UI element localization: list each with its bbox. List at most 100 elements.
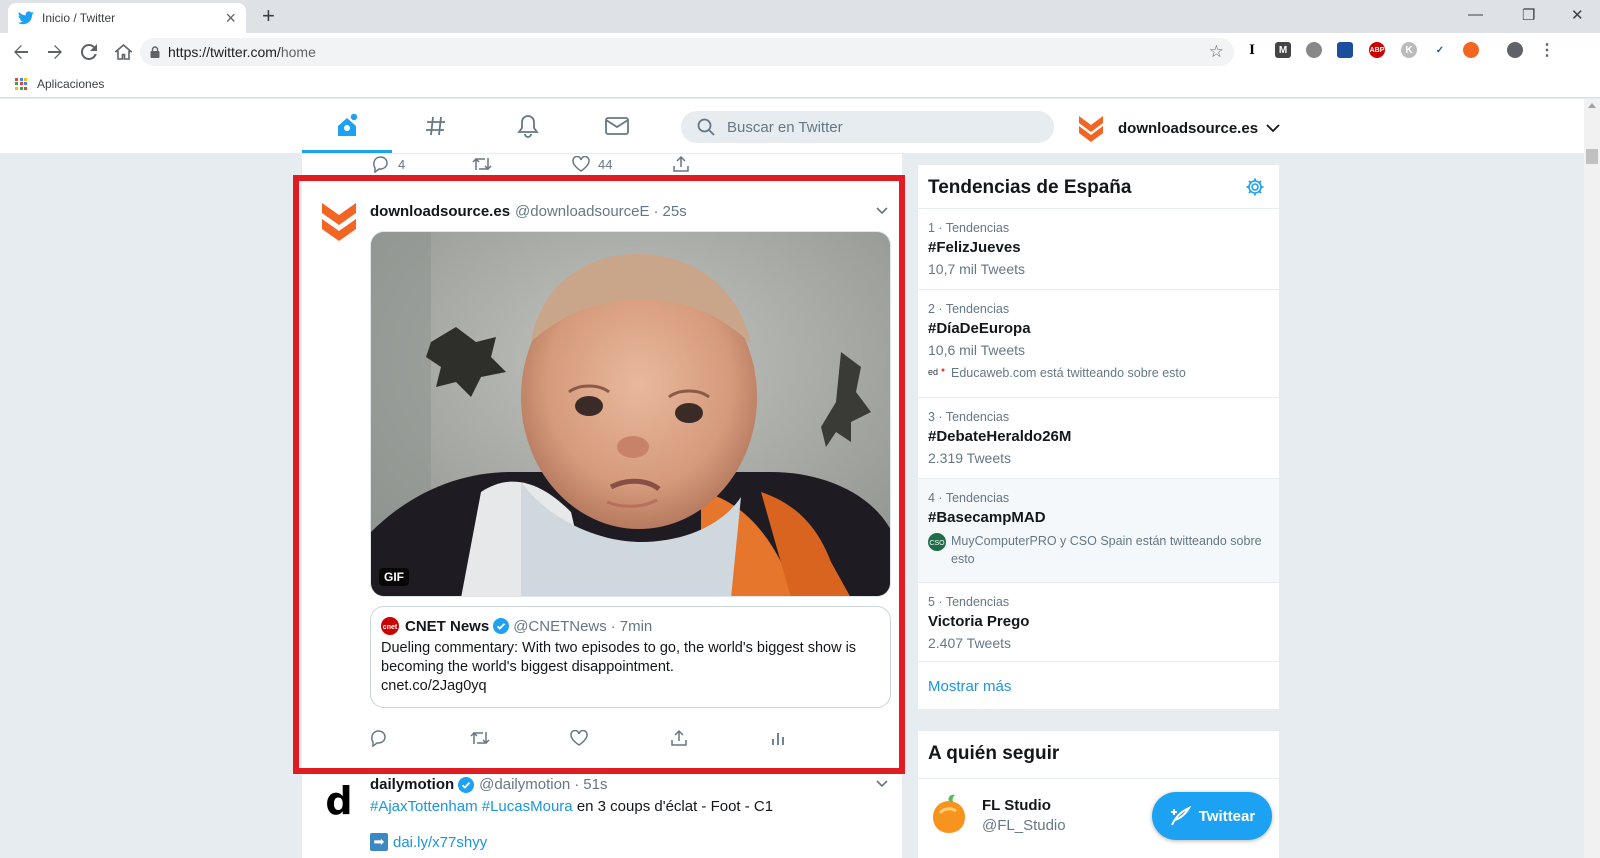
dailymotion-avatar[interactable]: d (316, 778, 362, 824)
tweet-link-text[interactable]: dai.ly/x77shyy (393, 834, 487, 851)
browser-toolbar: https://twitter.com/home ☆ (0, 33, 1600, 70)
who-to-follow-title: A quién seguir (928, 743, 1060, 764)
back-icon[interactable] (10, 41, 32, 63)
home-icon[interactable] (332, 111, 362, 141)
minimize-icon[interactable]: — (1468, 6, 1483, 23)
trend-count: 2.319 Tweets (928, 450, 1012, 466)
share-icon (672, 155, 690, 173)
home-browser-icon[interactable] (112, 41, 134, 63)
reply-count: 4 (398, 156, 406, 172)
chevron-down-icon (1266, 123, 1280, 133)
hashtag-link[interactable]: #AjaxTottenham (370, 798, 478, 815)
svg-text:ed: ed (928, 367, 938, 377)
tweet-timestamp[interactable]: 51s (583, 776, 607, 793)
trend-item[interactable]: 1 · Tendencias #FelizJueves 10,7 mil Twe… (918, 208, 1279, 289)
extension-news-icon[interactable] (1337, 42, 1353, 58)
show-more-link[interactable]: Mostrar más (918, 661, 1279, 709)
twitter-bird-icon (18, 11, 34, 25)
twitter-header: downloadsource.es (0, 99, 1584, 154)
compose-feather-icon (1169, 806, 1191, 826)
extension-i-icon[interactable]: I (1244, 42, 1260, 58)
trend-name: #BasecampMAD (928, 509, 1046, 526)
tweet-options-chevron-icon[interactable] (876, 780, 888, 788)
svg-text:CSO: CSO (929, 540, 945, 547)
heart-icon (572, 156, 590, 172)
like-count: 44 (598, 156, 613, 172)
trend-context-text: Educaweb.com está twitteando sobre esto (951, 366, 1186, 380)
browser-menu-icon[interactable]: ⋮ (1539, 42, 1555, 59)
share-button[interactable] (672, 155, 772, 173)
trend-context: ed Educaweb.com está twitteando sobre es… (928, 364, 1269, 382)
messages-envelope-icon[interactable] (602, 111, 632, 141)
adblock-plus-icon[interactable]: ABP (1369, 42, 1385, 58)
trend-item[interactable]: 2 · Tendencias #DíaDeEuropa 10,6 mil Twe… (918, 289, 1279, 397)
forward-icon[interactable] (44, 41, 66, 63)
account-name: downloadsource.es (1118, 119, 1259, 137)
fl-studio-avatar-icon[interactable] (928, 793, 970, 835)
bookmark-star-icon[interactable]: ☆ (1209, 42, 1224, 62)
right-arrow-emoji-icon: ➡ (370, 833, 388, 851)
explore-hashtag-icon[interactable] (421, 111, 451, 141)
trend-meta: 1 · Tendencias (928, 221, 1010, 235)
new-tab-button[interactable]: + (262, 5, 275, 27)
trend-count: 10,6 mil Tweets (928, 342, 1026, 358)
account-switcher[interactable]: downloadsource.es (1076, 113, 1280, 143)
gear-icon[interactable] (1245, 177, 1265, 197)
scrollbar-thumb[interactable] (1586, 149, 1598, 164)
browser-tab[interactable]: Inicio / Twitter × (8, 3, 246, 33)
hashtag-link[interactable]: #LucasMoura (482, 798, 573, 815)
notifications-bell-icon[interactable] (513, 111, 543, 141)
trend-context: CSO MuyComputerPRO y CSO Spain están twi… (928, 532, 1269, 568)
trend-meta: 2 · Tendencias (928, 302, 1010, 316)
tweet-link[interactable]: ➡ dai.ly/x77shyy (370, 833, 487, 851)
trends-title: Tendencias de España (928, 177, 1132, 198)
suggestion-handle: @FL_Studio (982, 817, 1066, 834)
restore-icon[interactable]: ❐ (1522, 6, 1535, 24)
tab-close-icon[interactable]: × (225, 9, 236, 27)
trends-panel: Tendencias de España 1 · Tendencias #Fel… (918, 165, 1279, 709)
educaweb-avatar-icon: ed (928, 365, 946, 377)
trend-count: 2.407 Tweets (928, 635, 1012, 651)
tweet-compose-button[interactable]: Twittear (1152, 792, 1272, 840)
tweet-author-handle[interactable]: @dailymotion (479, 776, 570, 793)
address-bar[interactable]: https://twitter.com/home ☆ (140, 38, 1234, 66)
extension-movistar-icon[interactable]: ✓ (1432, 42, 1448, 58)
tweet-author-name[interactable]: dailymotion (370, 776, 454, 793)
verified-badge-icon (458, 776, 475, 793)
cso-avatar-icon: CSO (928, 533, 946, 551)
tab-title: Inicio / Twitter (42, 11, 116, 25)
trend-meta: 4 · Tendencias (928, 491, 1010, 505)
trend-meta: 5 · Tendencias (928, 595, 1010, 609)
retweet-button[interactable] (472, 156, 572, 172)
previous-tweet-actions: 4 44 (372, 154, 772, 174)
extension-orange-icon[interactable] (1463, 42, 1479, 58)
tweet-button-label: Twittear (1198, 807, 1256, 825)
reply-icon (372, 155, 390, 173)
reply-button[interactable]: 4 (372, 155, 472, 173)
tweet-text-body: en 3 coups d'éclat - Foot - C1 (576, 798, 774, 815)
tweet-dailymotion[interactable]: d dailymotion @dailymotion · 51s #AjaxTo… (302, 766, 902, 858)
extension-globe-icon[interactable] (1306, 42, 1322, 58)
extension-m-icon[interactable]: M (1275, 42, 1291, 58)
like-button[interactable]: 44 (572, 156, 672, 172)
apps-grid-icon[interactable] (15, 77, 27, 90)
suggestion-name[interactable]: FL Studio (982, 797, 1051, 814)
tweet-text: #AjaxTottenham #LucasMoura en 3 coups d'… (370, 798, 773, 815)
profile-avatar-icon[interactable] (1507, 42, 1523, 58)
trend-item[interactable]: 4 · Tendencias #BasecampMAD CSO MuyCompu… (918, 478, 1279, 582)
retweet-icon (472, 156, 492, 172)
search-input[interactable] (727, 118, 1027, 136)
bookmarks-bar: Aplicaciones (0, 70, 1600, 98)
search-box[interactable] (681, 111, 1054, 143)
window-close-icon[interactable]: ✕ (1571, 6, 1584, 24)
page-scrollbar[interactable] (1584, 99, 1600, 858)
extension-k-icon[interactable]: K (1401, 42, 1417, 58)
bookmark-apps-label[interactable]: Aplicaciones (37, 77, 104, 91)
scroll-up-arrow-icon[interactable] (1588, 103, 1596, 108)
reload-icon[interactable] (78, 41, 100, 63)
trend-item[interactable]: 3 · Tendencias #DebateHeraldo26M 2.319 T… (918, 397, 1279, 478)
trend-item[interactable]: 5 · Tendencias Victoria Prego 2.407 Twee… (918, 582, 1279, 661)
lock-icon (150, 46, 160, 58)
trend-name: #DebateHeraldo26M (928, 428, 1072, 445)
trend-name: Victoria Prego (928, 613, 1030, 630)
